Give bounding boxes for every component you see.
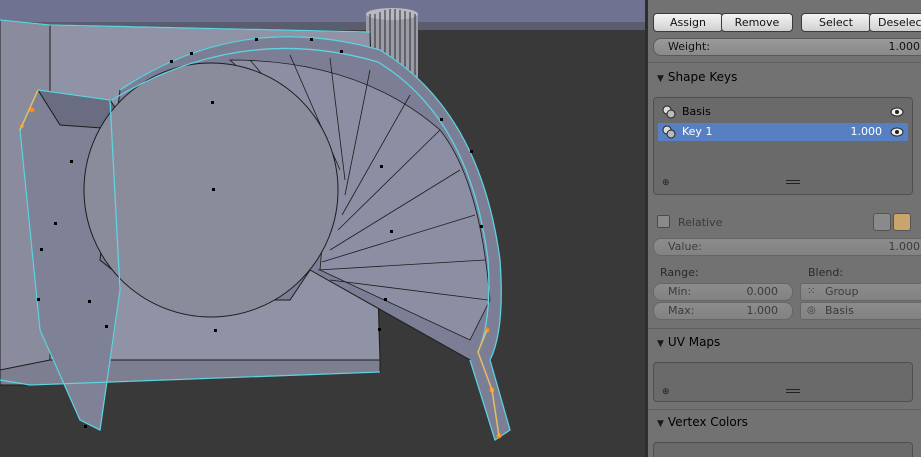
relative-label: Relative <box>678 216 723 229</box>
weight-label: Weight: <box>668 40 711 53</box>
vertex-group-icon: ⁙ <box>807 286 816 297</box>
remove-button[interactable]: Remove <box>721 13 793 32</box>
blend-basis-value: Basis <box>825 304 854 317</box>
section-divider <box>648 409 921 410</box>
range-label: Range: <box>660 266 699 279</box>
section-divider <box>648 328 921 329</box>
shape-key-name: Key 1 <box>682 125 713 138</box>
eye-icon[interactable] <box>890 106 904 118</box>
max-field[interactable]: Max: 1.000 <box>653 302 793 320</box>
pin-icon[interactable] <box>873 213 891 231</box>
shape-key-small-icon: ◎ <box>807 305 816 316</box>
shape-key-icon <box>662 125 676 139</box>
select-button[interactable]: Select <box>801 13 871 32</box>
collapse-triangle-icon: ▼ <box>657 419 664 429</box>
blend-label: Blend: <box>808 266 844 279</box>
collapse-triangle-icon: ▼ <box>657 74 664 84</box>
blend-basis-field[interactable]: ◎ Basis <box>800 302 921 320</box>
add-small-icon[interactable]: ⊕ <box>662 178 670 188</box>
shape-key-value[interactable]: 1.000 <box>851 123 883 141</box>
min-field[interactable]: Min: 0.000 <box>653 283 793 301</box>
value-value: 1.000 <box>888 240 921 253</box>
vertex-colors-list[interactable] <box>653 442 913 457</box>
panel-divider[interactable] <box>645 0 648 457</box>
weight-field[interactable]: Weight: 1.000 <box>653 38 921 56</box>
edit-mode-icon[interactable] <box>893 213 911 231</box>
blend-group-value: Group <box>825 285 859 298</box>
section-divider <box>648 62 921 63</box>
max-value: 1.000 <box>746 304 779 317</box>
shape-key-icon <box>662 105 676 119</box>
list-item[interactable]: Key 1 1.000 <box>658 123 908 141</box>
uv-maps-header[interactable]: ▼ UV Maps <box>657 332 720 352</box>
3d-viewport[interactable] <box>0 0 645 457</box>
assign-button[interactable]: Assign <box>653 13 723 32</box>
eye-icon[interactable] <box>890 126 904 138</box>
add-small-icon[interactable]: ⊕ <box>662 387 670 397</box>
max-label: Max: <box>668 304 695 317</box>
shape-keys-title: Shape Keys <box>667 70 738 84</box>
list-item[interactable]: Basis <box>658 103 908 121</box>
vertex-colors-title: Vertex Colors <box>667 415 748 429</box>
collapse-triangle-icon: ▼ <box>657 339 664 349</box>
weight-value: 1.000 <box>888 40 921 53</box>
value-field[interactable]: Value: 1.000 <box>653 238 921 256</box>
shape-keys-list[interactable]: Basis Key 1 1.000 ⊕ <box>653 97 913 195</box>
vertex-colors-header[interactable]: ▼ Vertex Colors <box>657 412 748 432</box>
value-label: Value: <box>668 240 702 253</box>
shape-keys-header[interactable]: ▼ Shape Keys <box>657 67 737 87</box>
mesh-render[interactable] <box>0 0 645 457</box>
shape-key-name: Basis <box>682 105 711 118</box>
relative-checkbox[interactable] <box>657 215 670 228</box>
deselect-button[interactable]: Deselect <box>869 13 921 32</box>
min-label: Min: <box>668 285 692 298</box>
uv-maps-list[interactable]: ⊕ <box>653 362 913 402</box>
min-value: 0.000 <box>746 285 779 298</box>
blend-group-field[interactable]: ⁙ Group <box>800 283 921 301</box>
resize-grip-icon[interactable] <box>786 180 800 184</box>
uv-maps-title: UV Maps <box>667 335 721 349</box>
resize-grip-icon[interactable] <box>786 389 800 393</box>
